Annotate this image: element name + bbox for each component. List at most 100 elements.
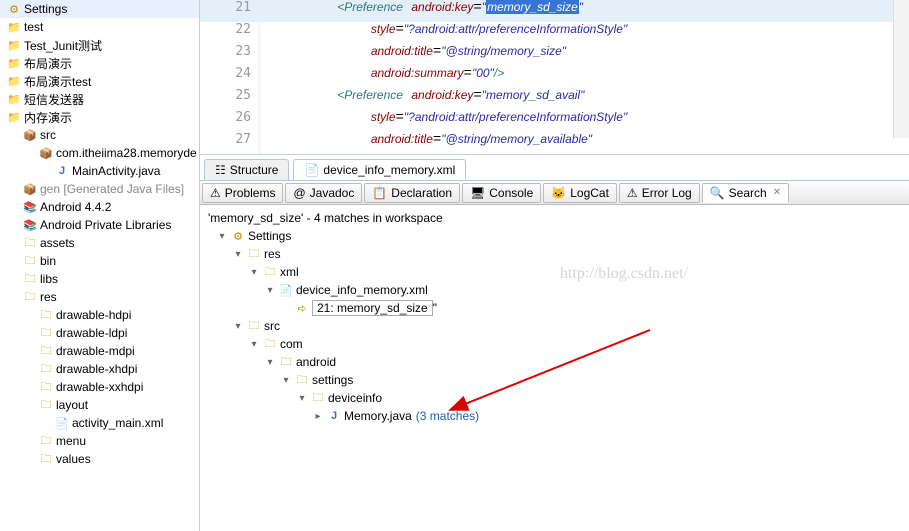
tree-item[interactable]: layout: [0, 396, 199, 414]
twistie-icon[interactable]: ▾: [280, 375, 292, 386]
editor-hscroll[interactable]: ◀ ▶: [200, 154, 909, 155]
tree-label: test: [24, 20, 43, 34]
tree-label: assets: [40, 236, 75, 250]
tree-item[interactable]: libs: [0, 270, 199, 288]
tree-item[interactable]: drawable-ldpi: [0, 324, 199, 342]
tab-problems[interactable]: ⚠Problems: [202, 183, 283, 203]
tree-item[interactable]: drawable-hdpi: [0, 306, 199, 324]
tree-item[interactable]: com.itheiima28.memoryde: [0, 144, 199, 162]
tab-declaration[interactable]: 📋Declaration: [364, 183, 460, 203]
file-tab[interactable]: 📄device_info_memory.xml: [293, 159, 466, 180]
tree-item[interactable]: Settings: [0, 0, 199, 18]
tree-item[interactable]: menu: [0, 432, 199, 450]
tab-icon: @: [293, 186, 305, 200]
twistie-icon[interactable]: ▸: [312, 411, 324, 422]
tab-error-log[interactable]: ⚠Error Log: [619, 183, 700, 203]
structure-tab[interactable]: ☷Structure: [204, 159, 289, 180]
search-tree-item[interactable]: 21: memory_sd_size": [208, 299, 901, 317]
tab-label: Error Log: [642, 186, 692, 200]
code-text[interactable]: <Preference android:key="memory_sd_avail…: [260, 88, 909, 110]
line-number: 21: [200, 0, 260, 22]
search-tree-item[interactable]: ▾ settings: [208, 371, 901, 389]
code-line[interactable]: 27 android:title="@string/memory_availab…: [200, 132, 909, 154]
search-tree-item[interactable]: ▾ device_info_memory.xml: [208, 281, 901, 299]
tab-console[interactable]: 🖥Console: [462, 183, 541, 203]
tree-label: drawable-mdpi: [56, 344, 135, 358]
fold: [38, 361, 54, 377]
twistie-icon[interactable]: ▾: [232, 321, 244, 332]
code-line[interactable]: 22 style="?android:attr/preferenceInform…: [200, 22, 909, 44]
line-number: 25: [200, 88, 260, 110]
tree-item[interactable]: test: [0, 18, 199, 36]
tree-item[interactable]: res: [0, 288, 199, 306]
twistie-icon[interactable]: ▾: [264, 357, 276, 368]
twistie-icon[interactable]: ▾: [264, 285, 276, 296]
tree-label: device_info_memory.xml: [296, 283, 428, 297]
tree-item[interactable]: drawable-xxhdpi: [0, 378, 199, 396]
code-editor[interactable]: 21 <Preference android:key="memory_sd_si…: [200, 0, 909, 155]
tab-label: Search: [729, 186, 767, 200]
tree-item[interactable]: gen [Generated Java Files]: [0, 180, 199, 198]
code-line[interactable]: 21 <Preference android:key="memory_sd_si…: [200, 0, 909, 22]
tree-item[interactable]: 内存演示: [0, 108, 199, 126]
tab-icon: 📋: [372, 186, 387, 200]
search-tree-item[interactable]: ▾src: [208, 317, 901, 335]
tab-label: LogCat: [570, 186, 609, 200]
match-line[interactable]: 21: memory_sd_size: [312, 300, 433, 316]
search-tree-item[interactable]: ▾deviceinfo: [208, 389, 901, 407]
tree-label: bin: [40, 254, 56, 268]
search-tree-item[interactable]: ▾xml: [208, 263, 901, 281]
proj: [6, 91, 22, 107]
tree-item[interactable]: 布局演示test: [0, 72, 199, 90]
code-line[interactable]: 26 style="?android:attr/preferenceInform…: [200, 110, 909, 132]
tree-item[interactable]: MainActivity.java: [0, 162, 199, 180]
tree-label: settings: [312, 373, 353, 387]
code-text[interactable]: android:title="@string/memory_available": [260, 132, 909, 154]
tab-logcat[interactable]: 🐱LogCat: [543, 183, 617, 203]
tree-item[interactable]: activity_main.xml: [0, 414, 199, 432]
code-text[interactable]: android:title="@string/memory_size": [260, 44, 909, 66]
tree-item[interactable]: bin: [0, 252, 199, 270]
code-text[interactable]: style="?android:attr/preferenceInformati…: [260, 22, 909, 44]
tree-item[interactable]: 布局演示: [0, 54, 199, 72]
match-count-link[interactable]: (3 matches): [416, 409, 479, 423]
tree-item[interactable]: Android 4.4.2: [0, 198, 199, 216]
twistie-icon[interactable]: ▾: [248, 267, 260, 278]
pkg-src: [22, 181, 38, 197]
code-text[interactable]: <Preference android:key="memory_sd_size": [260, 0, 909, 22]
search-results-panel[interactable]: 'memory_sd_size' - 4 matches in workspac…: [200, 205, 909, 531]
tree-label: 布局演示test: [24, 73, 91, 90]
tree-label: drawable-xhdpi: [56, 362, 137, 376]
tree-item[interactable]: Android Private Libraries: [0, 216, 199, 234]
code-text[interactable]: android:summary="00"/>: [260, 66, 909, 88]
tree-item[interactable]: drawable-mdpi: [0, 342, 199, 360]
search-tree-item[interactable]: ▸Memory.java(3 matches): [208, 407, 901, 425]
code-line[interactable]: 25 <Preference android:key="memory_sd_av…: [200, 88, 909, 110]
tree-item[interactable]: Test_Junit测试: [0, 36, 199, 54]
tab-javadoc[interactable]: @Javadoc: [285, 183, 362, 203]
twistie-icon[interactable]: ▾: [216, 231, 228, 242]
file-tab-label: device_info_memory.xml: [323, 163, 455, 177]
search-tree-item[interactable]: ▾Settings: [208, 227, 901, 245]
tree-label: libs: [40, 272, 58, 286]
search-tree-item[interactable]: ▾res: [208, 245, 901, 263]
tab-search[interactable]: 🔍Search✕: [702, 183, 789, 203]
code-line[interactable]: 23 android:title="@string/memory_size": [200, 44, 909, 66]
editor-vscroll[interactable]: [893, 0, 909, 138]
search-tree-item[interactable]: ▾com: [208, 335, 901, 353]
code-line[interactable]: 24 android:summary="00"/>: [200, 66, 909, 88]
twistie-icon[interactable]: ▾: [296, 393, 308, 404]
search-tree-item[interactable]: ▾android: [208, 353, 901, 371]
tree-label: Test_Junit测试: [24, 37, 102, 54]
tree-item[interactable]: assets: [0, 234, 199, 252]
tree-item[interactable]: values: [0, 450, 199, 468]
tree-item[interactable]: drawable-xhdpi: [0, 360, 199, 378]
cfg-icon: [6, 1, 22, 17]
close-icon[interactable]: ✕: [773, 187, 781, 198]
code-text[interactable]: style="?android:attr/preferenceInformati…: [260, 110, 909, 132]
tree-item[interactable]: src: [0, 126, 199, 144]
tree-item[interactable]: 短信发送器: [0, 90, 199, 108]
twistie-icon[interactable]: ▾: [232, 249, 244, 260]
twistie-icon[interactable]: ▾: [248, 339, 260, 350]
package-explorer[interactable]: Settings test Test_Junit测试布局演示布局演示test短信发送…: [0, 0, 200, 531]
